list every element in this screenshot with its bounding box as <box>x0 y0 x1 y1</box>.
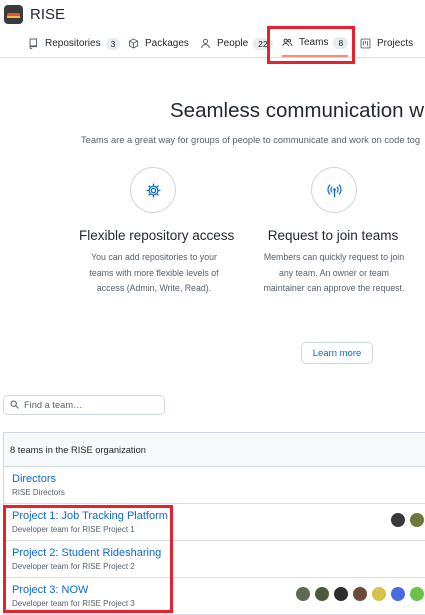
org-name[interactable]: RISE <box>30 6 65 23</box>
feature-title: Request to join teams <box>267 228 399 243</box>
blank-slate-subtitle: Teams are a great way for groups of peop… <box>81 135 421 145</box>
tab-label: Teams <box>299 37 329 48</box>
feature-description: Members can quickly request to join any … <box>263 252 405 293</box>
tab-label: People <box>217 38 249 49</box>
blank-slate-title: Seamless communication wit <box>170 99 425 122</box>
tab-counter: 3 <box>105 37 121 50</box>
org-nav-tabs: Repositories 3 Packages People 22 Teams … <box>0 30 425 58</box>
team-description: Developer team for RISE Project 1 <box>12 525 135 534</box>
org-header: RISE Repositories 3 Packages People 22 T… <box>0 0 425 64</box>
avatar[interactable] <box>409 512 425 528</box>
package-icon <box>128 38 139 49</box>
person-icon <box>200 38 211 49</box>
tab-counter: 22 <box>253 37 273 50</box>
avatar[interactable] <box>371 586 387 602</box>
tab-counter: 8 <box>333 36 349 49</box>
tab-label: Packages <box>145 38 189 49</box>
team-row[interactable]: Project 3: NOW Developer team for RISE P… <box>4 578 425 615</box>
avatar[interactable] <box>390 586 406 602</box>
tab-teams[interactable]: Teams 8 <box>282 30 349 57</box>
team-description: Developer team for RISE Project 2 <box>12 562 135 571</box>
people-icon <box>282 37 293 48</box>
tab-projects[interactable]: Projects <box>360 30 413 57</box>
search-input[interactable] <box>24 400 154 410</box>
team-name-link[interactable]: Directors <box>12 473 425 486</box>
search-icon <box>10 396 19 414</box>
team-members <box>292 586 425 602</box>
team-members <box>387 512 425 528</box>
feature-description: You can add repositories to your teams w… <box>89 252 219 293</box>
avatar[interactable] <box>314 586 330 602</box>
team-row[interactable]: Directors RISE Directors <box>4 467 425 504</box>
tab-people[interactable]: People 22 <box>200 30 273 57</box>
team-row[interactable]: Project 1: Job Tracking Platform Develop… <box>4 504 425 541</box>
team-name-link[interactable]: Project 2: Student Ridesharing <box>12 547 425 560</box>
avatar[interactable] <box>390 512 406 528</box>
feature-title: Flexible repository access <box>79 228 235 243</box>
team-list-header: 8 teams in the RISE organization <box>4 433 425 467</box>
teams-blank-slate: Seamless communication wit Teams are a g… <box>0 58 425 376</box>
team-name-link[interactable]: Project 1: Job Tracking Platform <box>12 510 425 523</box>
team-row[interactable]: Project 2: Student Ridesharing Developer… <box>4 541 425 578</box>
team-description: RISE Directors <box>12 488 65 497</box>
learn-more-button[interactable]: Learn more <box>301 342 373 364</box>
tab-label: Projects <box>377 38 414 49</box>
tab-label: Repositories <box>45 38 101 49</box>
broadcast-icon <box>311 167 357 213</box>
gear-icon <box>130 167 176 213</box>
avatar[interactable] <box>352 586 368 602</box>
avatar[interactable] <box>333 586 349 602</box>
team-list: 8 teams in the RISE organization Directo… <box>3 432 425 615</box>
team-search[interactable] <box>3 395 165 415</box>
repo-icon <box>28 38 39 49</box>
avatar[interactable] <box>295 586 311 602</box>
project-icon <box>360 38 371 49</box>
org-avatar[interactable] <box>4 5 23 24</box>
tab-packages[interactable]: Packages <box>128 30 189 57</box>
tab-repositories[interactable]: Repositories 3 <box>28 30 121 57</box>
avatar[interactable] <box>409 586 425 602</box>
